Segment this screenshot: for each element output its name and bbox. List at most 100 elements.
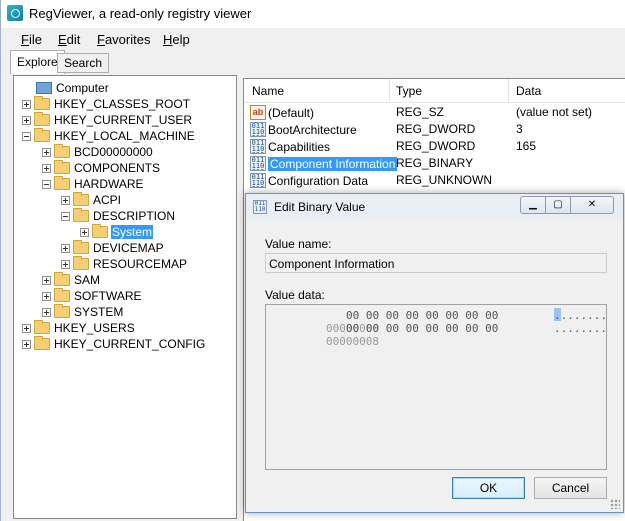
binary-value-icon: 011 110 xyxy=(253,200,267,214)
list-item[interactable]: 011110010Configuration Data REG_UNKNOWN xyxy=(244,172,625,189)
list-item[interactable]: 011110010BootArchitecture REG_DWORD 3 xyxy=(244,121,625,138)
minimize-button[interactable]: ▁ xyxy=(520,196,546,214)
hex-bytes: 00 00 00 00 00 00 00 00 xyxy=(346,322,499,335)
column-separator xyxy=(389,79,390,103)
tree-item-hkcu[interactable]: HKEY_CURRENT_USER xyxy=(22,112,193,128)
collapse-icon[interactable] xyxy=(61,211,70,221)
tree-item-hkcr[interactable]: HKEY_CLASSES_ROOT xyxy=(22,96,191,112)
folder-icon xyxy=(34,128,50,142)
tree-item-bcd[interactable]: BCD00000000 xyxy=(42,144,154,160)
expand-icon[interactable] xyxy=(42,147,51,157)
binary-value-icon: 011110010 xyxy=(250,122,266,137)
menu-file[interactable]: File xyxy=(21,32,42,47)
expand-icon[interactable] xyxy=(61,195,70,205)
col-header-type[interactable]: Type xyxy=(396,84,422,98)
list-item[interactable]: ab (Default) REG_SZ (value not set) xyxy=(244,104,625,121)
value-name: Component Information xyxy=(268,156,398,171)
folder-icon xyxy=(34,96,50,110)
expand-icon[interactable] xyxy=(80,227,89,237)
dialog-title-bar[interactable]: 011 110 Edit Binary Value ▁ ▢ ✕ xyxy=(246,194,623,220)
tree-item-software[interactable]: SOFTWARE xyxy=(42,288,143,304)
registry-tree[interactable]: Computer HKEY_CLASSES_ROOT HKEY_CURRENT_… xyxy=(13,75,237,519)
resize-grip[interactable] xyxy=(610,499,620,509)
collapse-icon[interactable] xyxy=(22,131,31,141)
tree-item-devicemap[interactable]: DEVICEMAP xyxy=(61,240,165,256)
value-name-label: Value name: xyxy=(265,237,332,251)
tree-item-hkcc[interactable]: HKEY_CURRENT_CONFIG xyxy=(22,336,206,352)
value-data-label: Value data: xyxy=(265,288,325,302)
tree-item-computer[interactable]: Computer xyxy=(36,80,110,96)
expand-icon[interactable] xyxy=(61,259,70,269)
close-icon: ✕ xyxy=(587,199,597,210)
expand-icon[interactable] xyxy=(42,291,51,301)
binary-value-icon: 011110010 xyxy=(250,139,266,154)
folder-icon xyxy=(54,160,70,174)
value-name: Capabilities xyxy=(268,139,331,154)
folder-icon xyxy=(34,112,50,126)
list-item[interactable]: 011110010Capabilities REG_DWORD 165 xyxy=(244,138,625,155)
expand-icon[interactable] xyxy=(42,307,51,317)
col-header-name[interactable]: Name xyxy=(252,84,284,98)
ok-button[interactable]: OK xyxy=(452,477,525,499)
title-bar: RegViewer, a read-only registry viewer xyxy=(1,0,625,28)
menu-bar: File Edit Favorites Help xyxy=(1,28,625,50)
hex-ascii: ........ xyxy=(554,322,607,335)
folder-icon xyxy=(54,176,70,190)
maximize-button[interactable]: ▢ xyxy=(545,196,571,214)
close-button[interactable]: ✕ xyxy=(570,196,614,214)
expand-icon[interactable] xyxy=(22,99,31,109)
col-header-data[interactable]: Data xyxy=(516,84,541,98)
tree-item-resourcemap[interactable]: RESOURCEMAP xyxy=(61,256,188,272)
list-item-selected[interactable]: 011110010Component Information REG_BINAR… xyxy=(244,155,625,172)
tree-item-hklm[interactable]: HKEY_LOCAL_MACHINE xyxy=(22,128,196,144)
cancel-button[interactable]: Cancel xyxy=(534,477,607,499)
expand-icon[interactable] xyxy=(22,115,31,125)
tree-item-hku[interactable]: HKEY_USERS xyxy=(22,320,136,336)
menu-favorites[interactable]: Favorites xyxy=(97,32,150,47)
hex-address: 00000008 xyxy=(325,335,379,348)
maximize-icon: ▢ xyxy=(553,199,563,210)
tree-item-sam[interactable]: SAM xyxy=(42,272,101,288)
expand-icon[interactable] xyxy=(22,339,31,349)
tree-item-acpi[interactable]: ACPI xyxy=(61,192,122,208)
value-type: REG_UNKNOWN xyxy=(396,173,493,187)
value-name: Configuration Data xyxy=(268,173,369,188)
value-data-hex-editor[interactable]: 00000000 00 00 00 00 00 00 00 00 .......… xyxy=(265,304,607,470)
hex-bytes: 00 00 00 00 00 00 00 00 xyxy=(346,309,499,322)
folder-icon xyxy=(34,320,50,334)
value-name: (Default) xyxy=(268,105,315,120)
folder-icon xyxy=(73,256,89,270)
value-type: REG_DWORD xyxy=(396,122,476,136)
tree-item-hardware[interactable]: HARDWARE xyxy=(42,176,145,192)
value-type: REG_BINARY xyxy=(396,156,474,170)
expand-icon[interactable] xyxy=(61,243,70,253)
main-window: RegViewer, a read-only registry viewer F… xyxy=(0,0,625,521)
tab-search[interactable]: Search xyxy=(57,53,110,73)
menu-help[interactable]: Help xyxy=(163,32,190,47)
app-icon xyxy=(7,5,23,21)
tree-item-system[interactable]: SYSTEM xyxy=(42,304,124,320)
value-data: (value not set) xyxy=(516,105,593,119)
value-data: 165 xyxy=(516,139,537,153)
binary-value-icon: 011110010 xyxy=(250,156,266,171)
computer-icon xyxy=(36,82,52,94)
dialog-title: Edit Binary Value xyxy=(274,200,366,214)
value-type: REG_SZ xyxy=(396,105,445,119)
folder-icon xyxy=(92,224,108,238)
minimize-icon: ▁ xyxy=(529,199,537,210)
folder-icon xyxy=(73,192,89,206)
folder-icon xyxy=(73,240,89,254)
list-header: Name Type Data xyxy=(244,79,625,103)
collapse-icon[interactable] xyxy=(42,179,51,189)
expand-icon[interactable] xyxy=(42,163,51,173)
expand-icon[interactable] xyxy=(22,323,31,333)
folder-icon xyxy=(54,304,70,318)
folder-icon xyxy=(73,208,89,222)
tree-item-system-selected[interactable]: System xyxy=(80,224,154,240)
value-name-field[interactable]: Component Information xyxy=(265,253,607,273)
tree-item-components[interactable]: COMPONENTS xyxy=(42,160,161,176)
folder-icon xyxy=(34,336,50,350)
tree-item-description[interactable]: DESCRIPTION xyxy=(61,208,176,224)
expand-icon[interactable] xyxy=(42,275,51,285)
menu-edit[interactable]: Edit xyxy=(58,32,80,47)
